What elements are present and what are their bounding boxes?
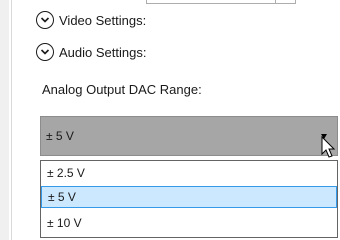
left-pane-edge	[0, 0, 9, 240]
divider	[275, 0, 276, 3]
chevron-down-icon	[36, 11, 54, 29]
divider	[11, 0, 12, 240]
audio-settings-expander[interactable]: Audio Settings:	[36, 42, 146, 62]
audio-settings-label: Audio Settings:	[59, 44, 147, 60]
settings-panel: Video Settings: Audio Settings: Analog O…	[0, 0, 340, 240]
dac-range-selected-value: ± 5 V	[46, 129, 74, 143]
chevron-down-icon	[36, 43, 54, 61]
option-10v[interactable]: ± 10 V	[41, 212, 337, 234]
partial-control-above[interactable]	[146, 0, 296, 4]
video-settings-expander[interactable]: Video Settings:	[36, 10, 146, 30]
option-5v[interactable]: ± 5 V	[41, 186, 337, 208]
video-settings-label: Video Settings:	[59, 12, 147, 28]
dac-range-options-list: ± 2.5 V ± 5 V ± 10 V	[40, 160, 338, 238]
option-2-5v[interactable]: ± 2.5 V	[41, 162, 337, 184]
mouse-cursor-icon	[321, 136, 336, 158]
dac-range-label: Analog Output DAC Range:	[42, 82, 202, 97]
dac-range-dropdown[interactable]: ± 5 V	[40, 116, 338, 156]
